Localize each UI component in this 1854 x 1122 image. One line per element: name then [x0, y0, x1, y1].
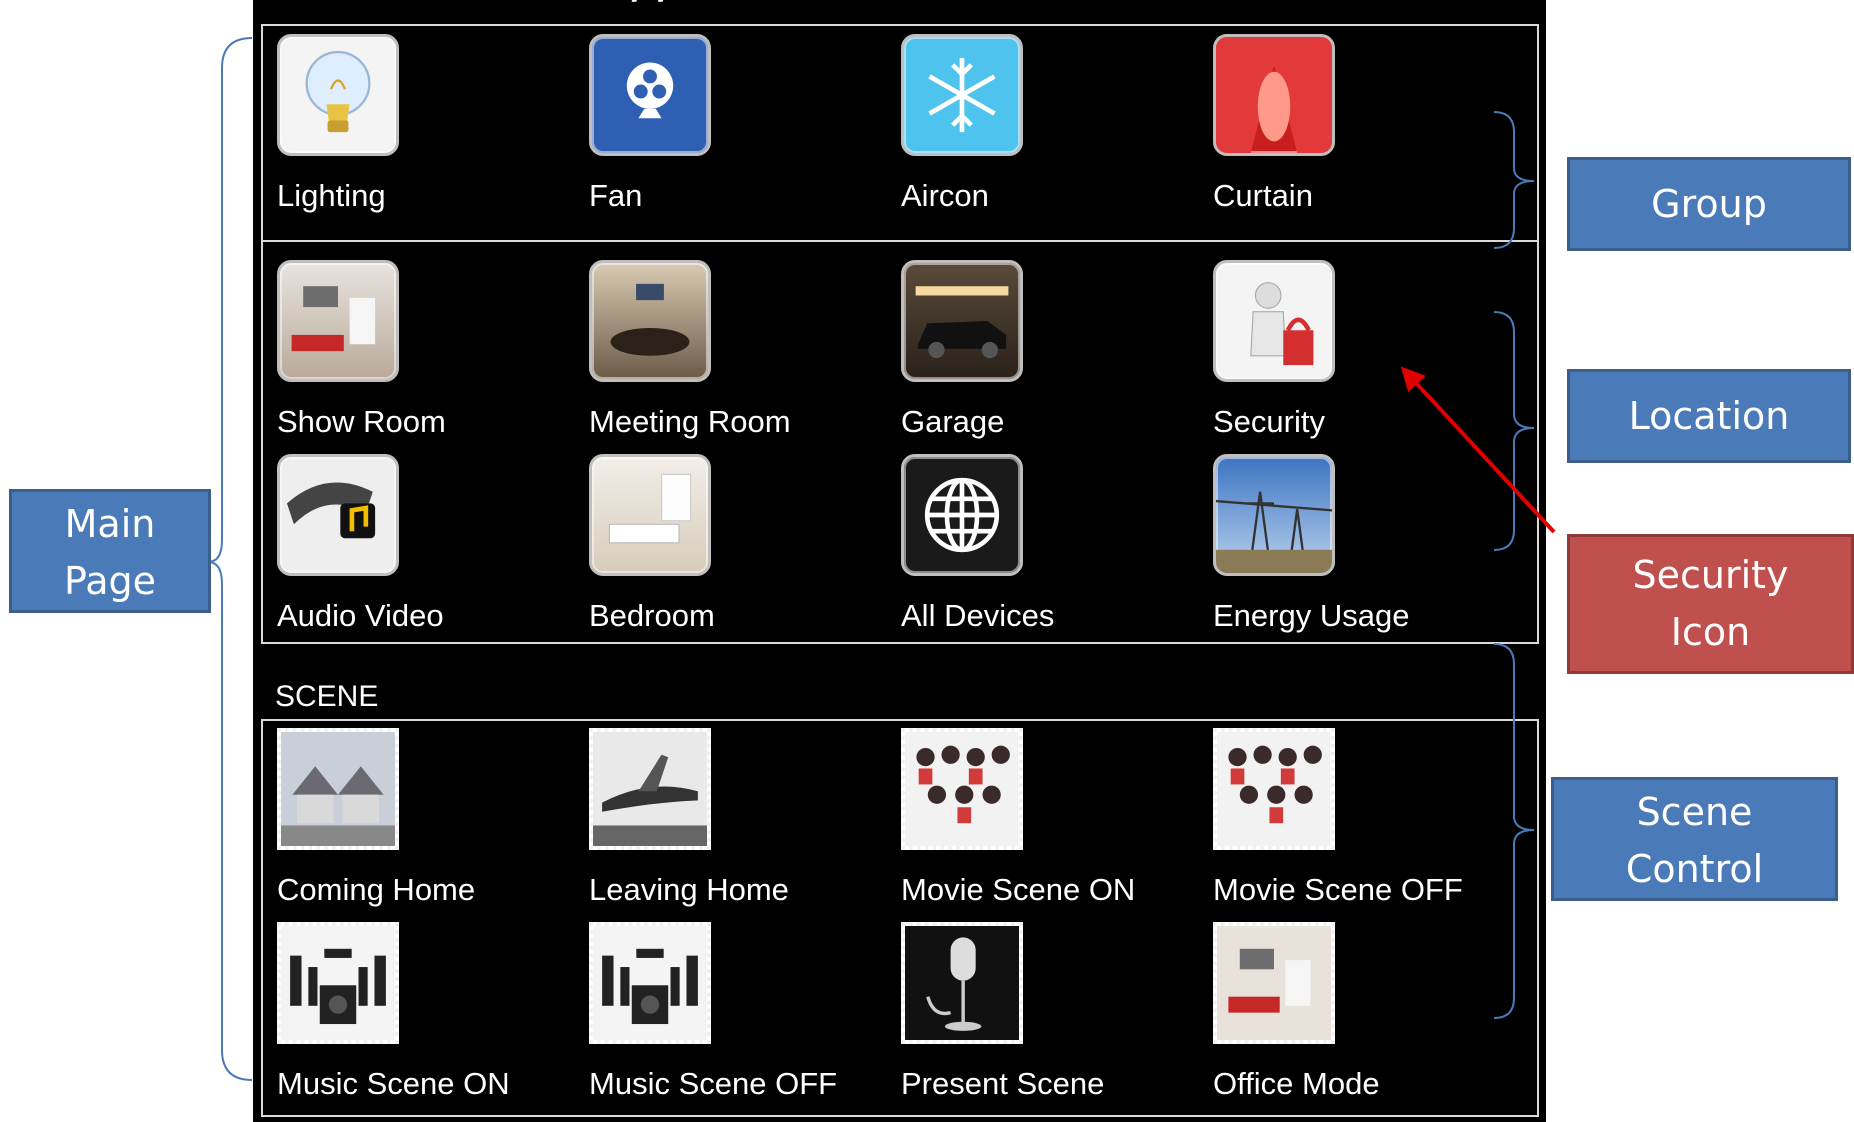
group-photo-icon: [901, 728, 1023, 850]
location-label: Audio Video: [277, 598, 444, 633]
group-label: Fan: [589, 178, 643, 213]
scene-tile-present-scene[interactable]: Present Scene: [901, 922, 1201, 1102]
location-label: All Devices: [901, 598, 1055, 633]
group-label: Aircon: [901, 178, 989, 213]
group-tile-fan[interactable]: Fan: [589, 34, 889, 214]
scene-label: Leaving Home: [589, 872, 789, 907]
scene-label: Present Scene: [901, 1066, 1105, 1101]
scene-tile-office-mode[interactable]: Office Mode: [1213, 922, 1513, 1102]
location-tile-bedroom[interactable]: Bedroom: [589, 454, 889, 634]
scene-tile-movie-scene-off[interactable]: Movie Scene OFF: [1213, 728, 1513, 908]
power-lines-icon: [1213, 454, 1335, 576]
location-tile-garage[interactable]: Garage: [901, 260, 1201, 440]
garage-car-photo-icon: [901, 260, 1023, 382]
scene-label: Music Scene OFF: [589, 1066, 838, 1101]
airplane-photo-icon: [589, 728, 711, 850]
header-fragment: / /: [633, 0, 672, 11]
scene-tile-music-scene-off[interactable]: Music Scene OFF: [589, 922, 889, 1102]
group-annotation: Group: [1567, 157, 1851, 251]
fan-icon: [589, 34, 711, 156]
scene-control-annotation: Scene Control: [1551, 777, 1838, 901]
group-tile-aircon[interactable]: Aircon: [901, 34, 1201, 214]
group-label: Lighting: [277, 178, 386, 213]
location-label: Show Room: [277, 404, 446, 439]
scene-label: Office Mode: [1213, 1066, 1380, 1101]
scene-label: Movie Scene OFF: [1213, 872, 1463, 907]
microphone-icon: [901, 922, 1023, 1044]
scene-label: Music Scene ON: [277, 1066, 510, 1101]
security-icon-annotation-text: Security Icon: [1632, 553, 1789, 654]
scene-tile-leaving-home[interactable]: Leaving Home: [589, 728, 889, 908]
group-tile-lighting[interactable]: Lighting: [277, 34, 577, 214]
scene-label: Coming Home: [277, 872, 476, 907]
security-figure-icon: [1213, 260, 1335, 382]
show-room-photo-icon: [277, 260, 399, 382]
speakers-icon: [589, 922, 711, 1044]
location-label: Energy Usage: [1213, 598, 1410, 633]
location-label: Meeting Room: [589, 404, 791, 439]
film-reel-music-icon: [277, 454, 399, 576]
location-tile-audio-video[interactable]: Audio Video: [277, 454, 577, 634]
location-tile-all-devices[interactable]: All Devices: [901, 454, 1201, 634]
light-bulb-icon: [277, 34, 399, 156]
location-annotation: Location: [1567, 369, 1851, 463]
scene-tile-music-scene-on[interactable]: Music Scene ON: [277, 922, 577, 1102]
group-tile-curtain[interactable]: Curtain: [1213, 34, 1513, 214]
security-icon-annotation: Security Icon: [1567, 534, 1854, 674]
room-photo-icon: [1213, 922, 1335, 1044]
app-screen: / / SCENE Lighting Fan Aircon Curtain Sh…: [253, 0, 1546, 1122]
location-label: Security: [1213, 404, 1325, 439]
main-page-annotation: Main Page: [9, 489, 211, 613]
location-tile-meeting-room[interactable]: Meeting Room: [589, 260, 889, 440]
scene-label: Movie Scene ON: [901, 872, 1136, 907]
globe-icon: [901, 454, 1023, 576]
main-page-brace: [207, 37, 253, 1081]
location-tile-energy-usage[interactable]: Energy Usage: [1213, 454, 1513, 634]
main-page-annotation-text: Main Page: [64, 502, 156, 603]
location-tile-security[interactable]: Security: [1213, 260, 1513, 440]
scene-tile-coming-home[interactable]: Coming Home: [277, 728, 577, 908]
scene-heading: SCENE: [275, 680, 379, 713]
speakers-icon: [277, 922, 399, 1044]
location-tile-show-room[interactable]: Show Room: [277, 260, 577, 440]
meeting-room-photo-icon: [589, 260, 711, 382]
location-label: Garage: [901, 404, 1005, 439]
group-photo-icon: [1213, 728, 1335, 850]
snowflake-icon: [901, 34, 1023, 156]
bedroom-photo-icon: [589, 454, 711, 576]
group-label: Curtain: [1213, 178, 1313, 213]
scene-control-annotation-text: Scene Control: [1625, 790, 1764, 891]
scene-tile-movie-scene-on[interactable]: Movie Scene ON: [901, 728, 1201, 908]
houses-photo-icon: [277, 728, 399, 850]
location-label: Bedroom: [589, 598, 715, 633]
curtain-icon: [1213, 34, 1335, 156]
